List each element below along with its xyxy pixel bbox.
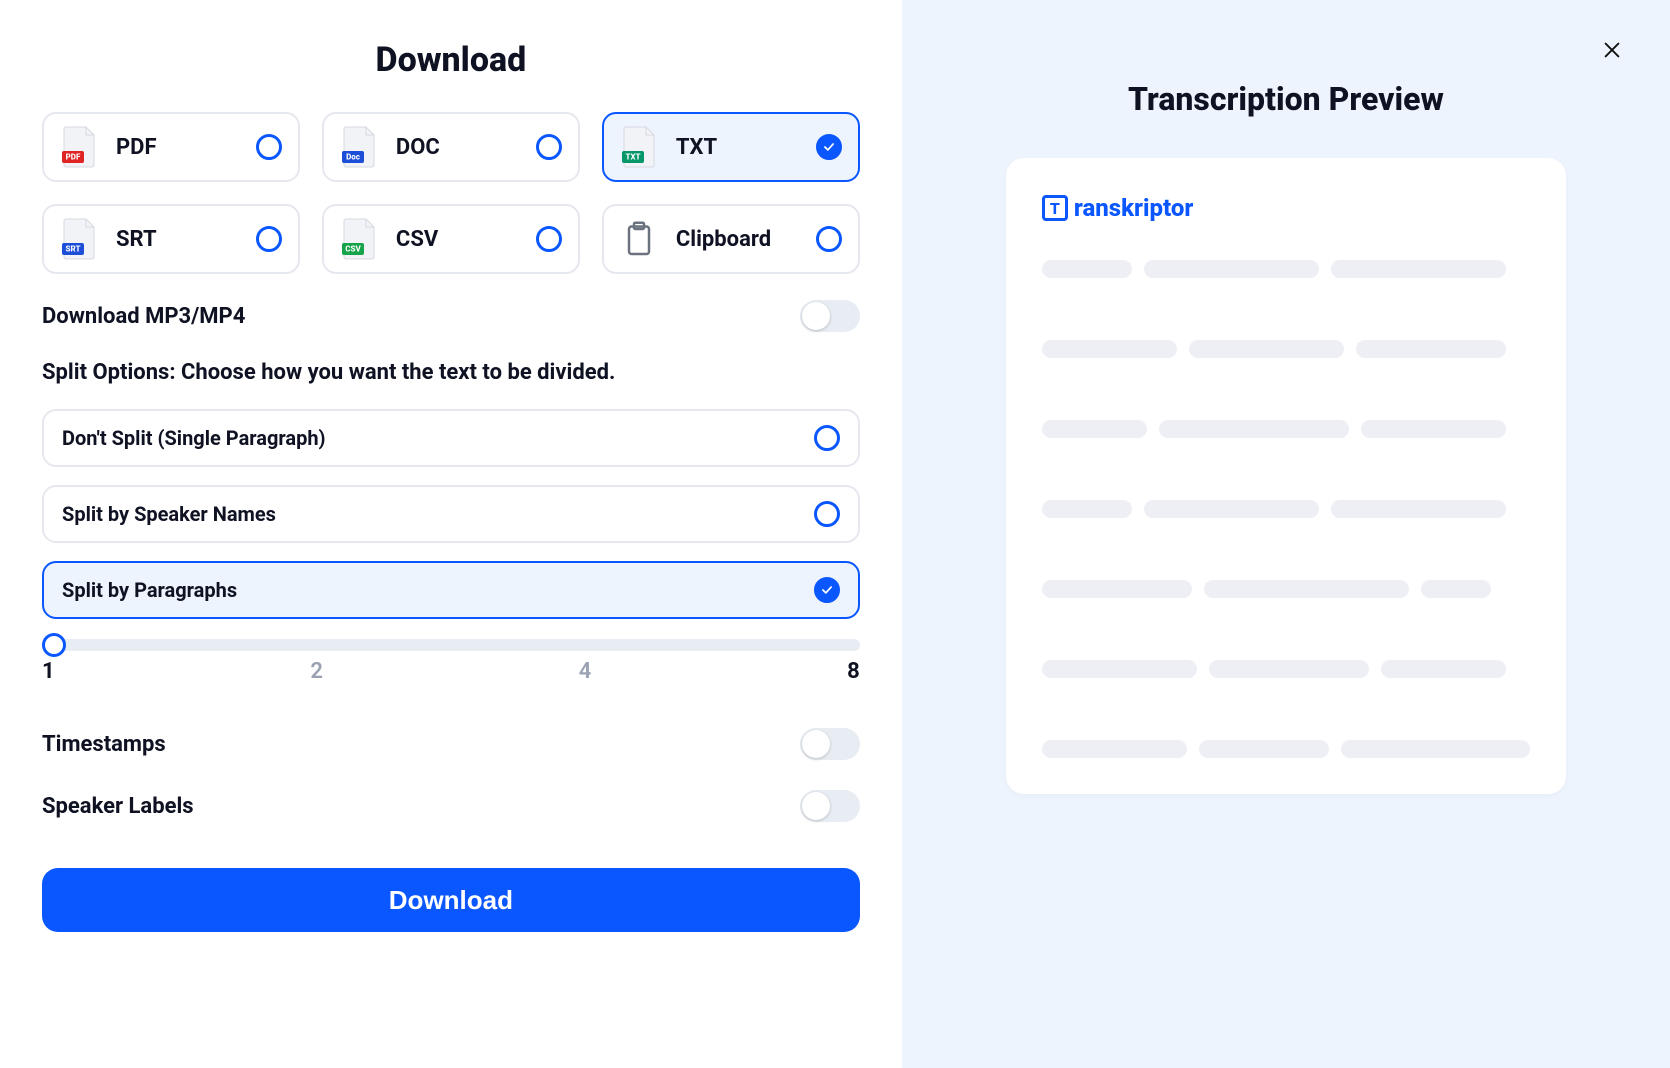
skeleton-row — [1042, 500, 1530, 518]
format-card-txt[interactable]: TXT TXT — [602, 112, 860, 182]
file-csv-icon: CSV — [336, 216, 382, 262]
skeleton-bar — [1159, 420, 1349, 438]
split-option-label: Split by Speaker Names — [62, 502, 276, 526]
brand-logo-icon: T — [1042, 195, 1068, 221]
split-option-radio[interactable] — [814, 425, 840, 451]
split-option-paragraph[interactable]: Split by Paragraphs — [42, 561, 860, 619]
format-radio[interactable] — [816, 226, 842, 252]
skeleton-bar — [1144, 260, 1319, 278]
preview-card: Transkriptor — [1006, 158, 1566, 794]
timestamps-row: Timestamps — [42, 728, 860, 760]
close-icon — [1601, 39, 1623, 61]
download-panel: Download PDFPDFDocDOCTXTTXTSRTSRTCSVCSVC… — [0, 0, 902, 1068]
close-button[interactable] — [1590, 28, 1634, 72]
svg-text:PDF: PDF — [66, 153, 81, 162]
slider-tick: 1 — [42, 659, 55, 684]
preview-title: Transcription Preview — [1128, 80, 1444, 118]
mp3mp4-toggle[interactable] — [800, 300, 860, 332]
file-txt-icon: TXT — [616, 124, 662, 170]
slider-tick: 4 — [579, 659, 592, 684]
skeleton-bar — [1356, 340, 1506, 358]
split-options: Don't Split (Single Paragraph) Split by S… — [42, 409, 860, 619]
skeleton-preview — [1042, 260, 1530, 758]
skeleton-bar — [1042, 420, 1147, 438]
timestamps-label: Timestamps — [42, 732, 166, 757]
speakerLabels-row: Speaker Labels — [42, 790, 860, 822]
speakerLabels-label: Speaker Labels — [42, 794, 194, 819]
format-label: TXT — [676, 135, 816, 160]
skeleton-bar — [1042, 340, 1177, 358]
skeleton-bar — [1331, 500, 1506, 518]
skeleton-row — [1042, 740, 1530, 758]
split-option-label: Split by Paragraphs — [62, 578, 237, 602]
format-radio[interactable] — [536, 226, 562, 252]
format-card-pdf[interactable]: PDF PDF — [42, 112, 300, 182]
skeleton-row — [1042, 580, 1530, 598]
skeleton-bar — [1199, 740, 1330, 758]
skeleton-bar — [1331, 260, 1506, 278]
skeleton-row — [1042, 420, 1530, 438]
split-option-radio[interactable] — [814, 501, 840, 527]
svg-text:Doc: Doc — [346, 153, 360, 162]
preview-panel: Transcription Preview Transkriptor — [902, 0, 1670, 1068]
skeleton-row — [1042, 660, 1530, 678]
file-pdf-icon: PDF — [56, 124, 102, 170]
brand-logo-text: ranskriptor — [1074, 194, 1193, 222]
skeleton-bar — [1361, 420, 1506, 438]
format-card-clipboard[interactable]: Clipboard — [602, 204, 860, 274]
skeleton-bar — [1209, 660, 1369, 678]
format-radio[interactable] — [256, 226, 282, 252]
format-radio[interactable] — [536, 134, 562, 160]
format-label: PDF — [116, 135, 256, 160]
skeleton-bar — [1144, 500, 1319, 518]
format-label: DOC — [396, 135, 536, 160]
format-grid: PDF PDF Doc DOC TXT TXT SRT SRT CSV CSV Clipboard — [42, 112, 860, 274]
split-option-none[interactable]: Don't Split (Single Paragraph) — [42, 409, 860, 467]
format-label: SRT — [116, 227, 256, 252]
svg-text:TXT: TXT — [625, 153, 640, 162]
timestamps-toggle[interactable] — [800, 728, 860, 760]
format-radio[interactable] — [816, 134, 842, 160]
skeleton-bar — [1341, 740, 1530, 758]
format-label: CSV — [396, 227, 536, 252]
clipboard-icon — [616, 216, 662, 262]
skeleton-bar — [1189, 340, 1344, 358]
skeleton-bar — [1204, 580, 1409, 598]
skeleton-row — [1042, 260, 1530, 278]
split-section-label: Split Options: Choose how you want the t… — [42, 360, 860, 385]
mp3mp4-row: Download MP3/MP4 — [42, 300, 860, 332]
mp3mp4-label: Download MP3/MP4 — [42, 304, 245, 329]
svg-text:CSV: CSV — [345, 245, 361, 254]
download-button[interactable]: Download — [42, 868, 860, 932]
format-card-srt[interactable]: SRT SRT — [42, 204, 300, 274]
skeleton-bar — [1042, 260, 1132, 278]
format-card-doc[interactable]: Doc DOC — [322, 112, 580, 182]
split-option-radio[interactable] — [814, 577, 840, 603]
slider-ticks: 1 2 4 8 — [42, 659, 860, 684]
slider-tick: 8 — [847, 659, 860, 684]
skeleton-bar — [1042, 660, 1197, 678]
file-srt-icon: SRT — [56, 216, 102, 262]
skeleton-bar — [1042, 580, 1192, 598]
skeleton-bar — [1042, 740, 1187, 758]
split-option-label: Don't Split (Single Paragraph) — [62, 426, 326, 450]
split-option-speaker[interactable]: Split by Speaker Names — [42, 485, 860, 543]
svg-text:SRT: SRT — [66, 245, 81, 254]
file-doc-icon: Doc — [336, 124, 382, 170]
skeleton-bar — [1421, 580, 1491, 598]
skeleton-row — [1042, 340, 1530, 358]
format-card-csv[interactable]: CSV CSV — [322, 204, 580, 274]
format-radio[interactable] — [256, 134, 282, 160]
slider-tick: 2 — [310, 659, 323, 684]
toggle-list: Timestamps Speaker Labels — [42, 720, 860, 822]
page-title: Download — [42, 40, 860, 80]
slider-handle[interactable] — [42, 633, 66, 657]
brand-logo: Transkriptor — [1042, 194, 1530, 222]
paragraph-slider-wrap: 1 2 4 8 — [42, 639, 860, 684]
skeleton-bar — [1381, 660, 1506, 678]
speakerLabels-toggle[interactable] — [800, 790, 860, 822]
format-label: Clipboard — [676, 227, 816, 252]
skeleton-bar — [1042, 500, 1132, 518]
paragraph-slider[interactable] — [42, 639, 860, 651]
